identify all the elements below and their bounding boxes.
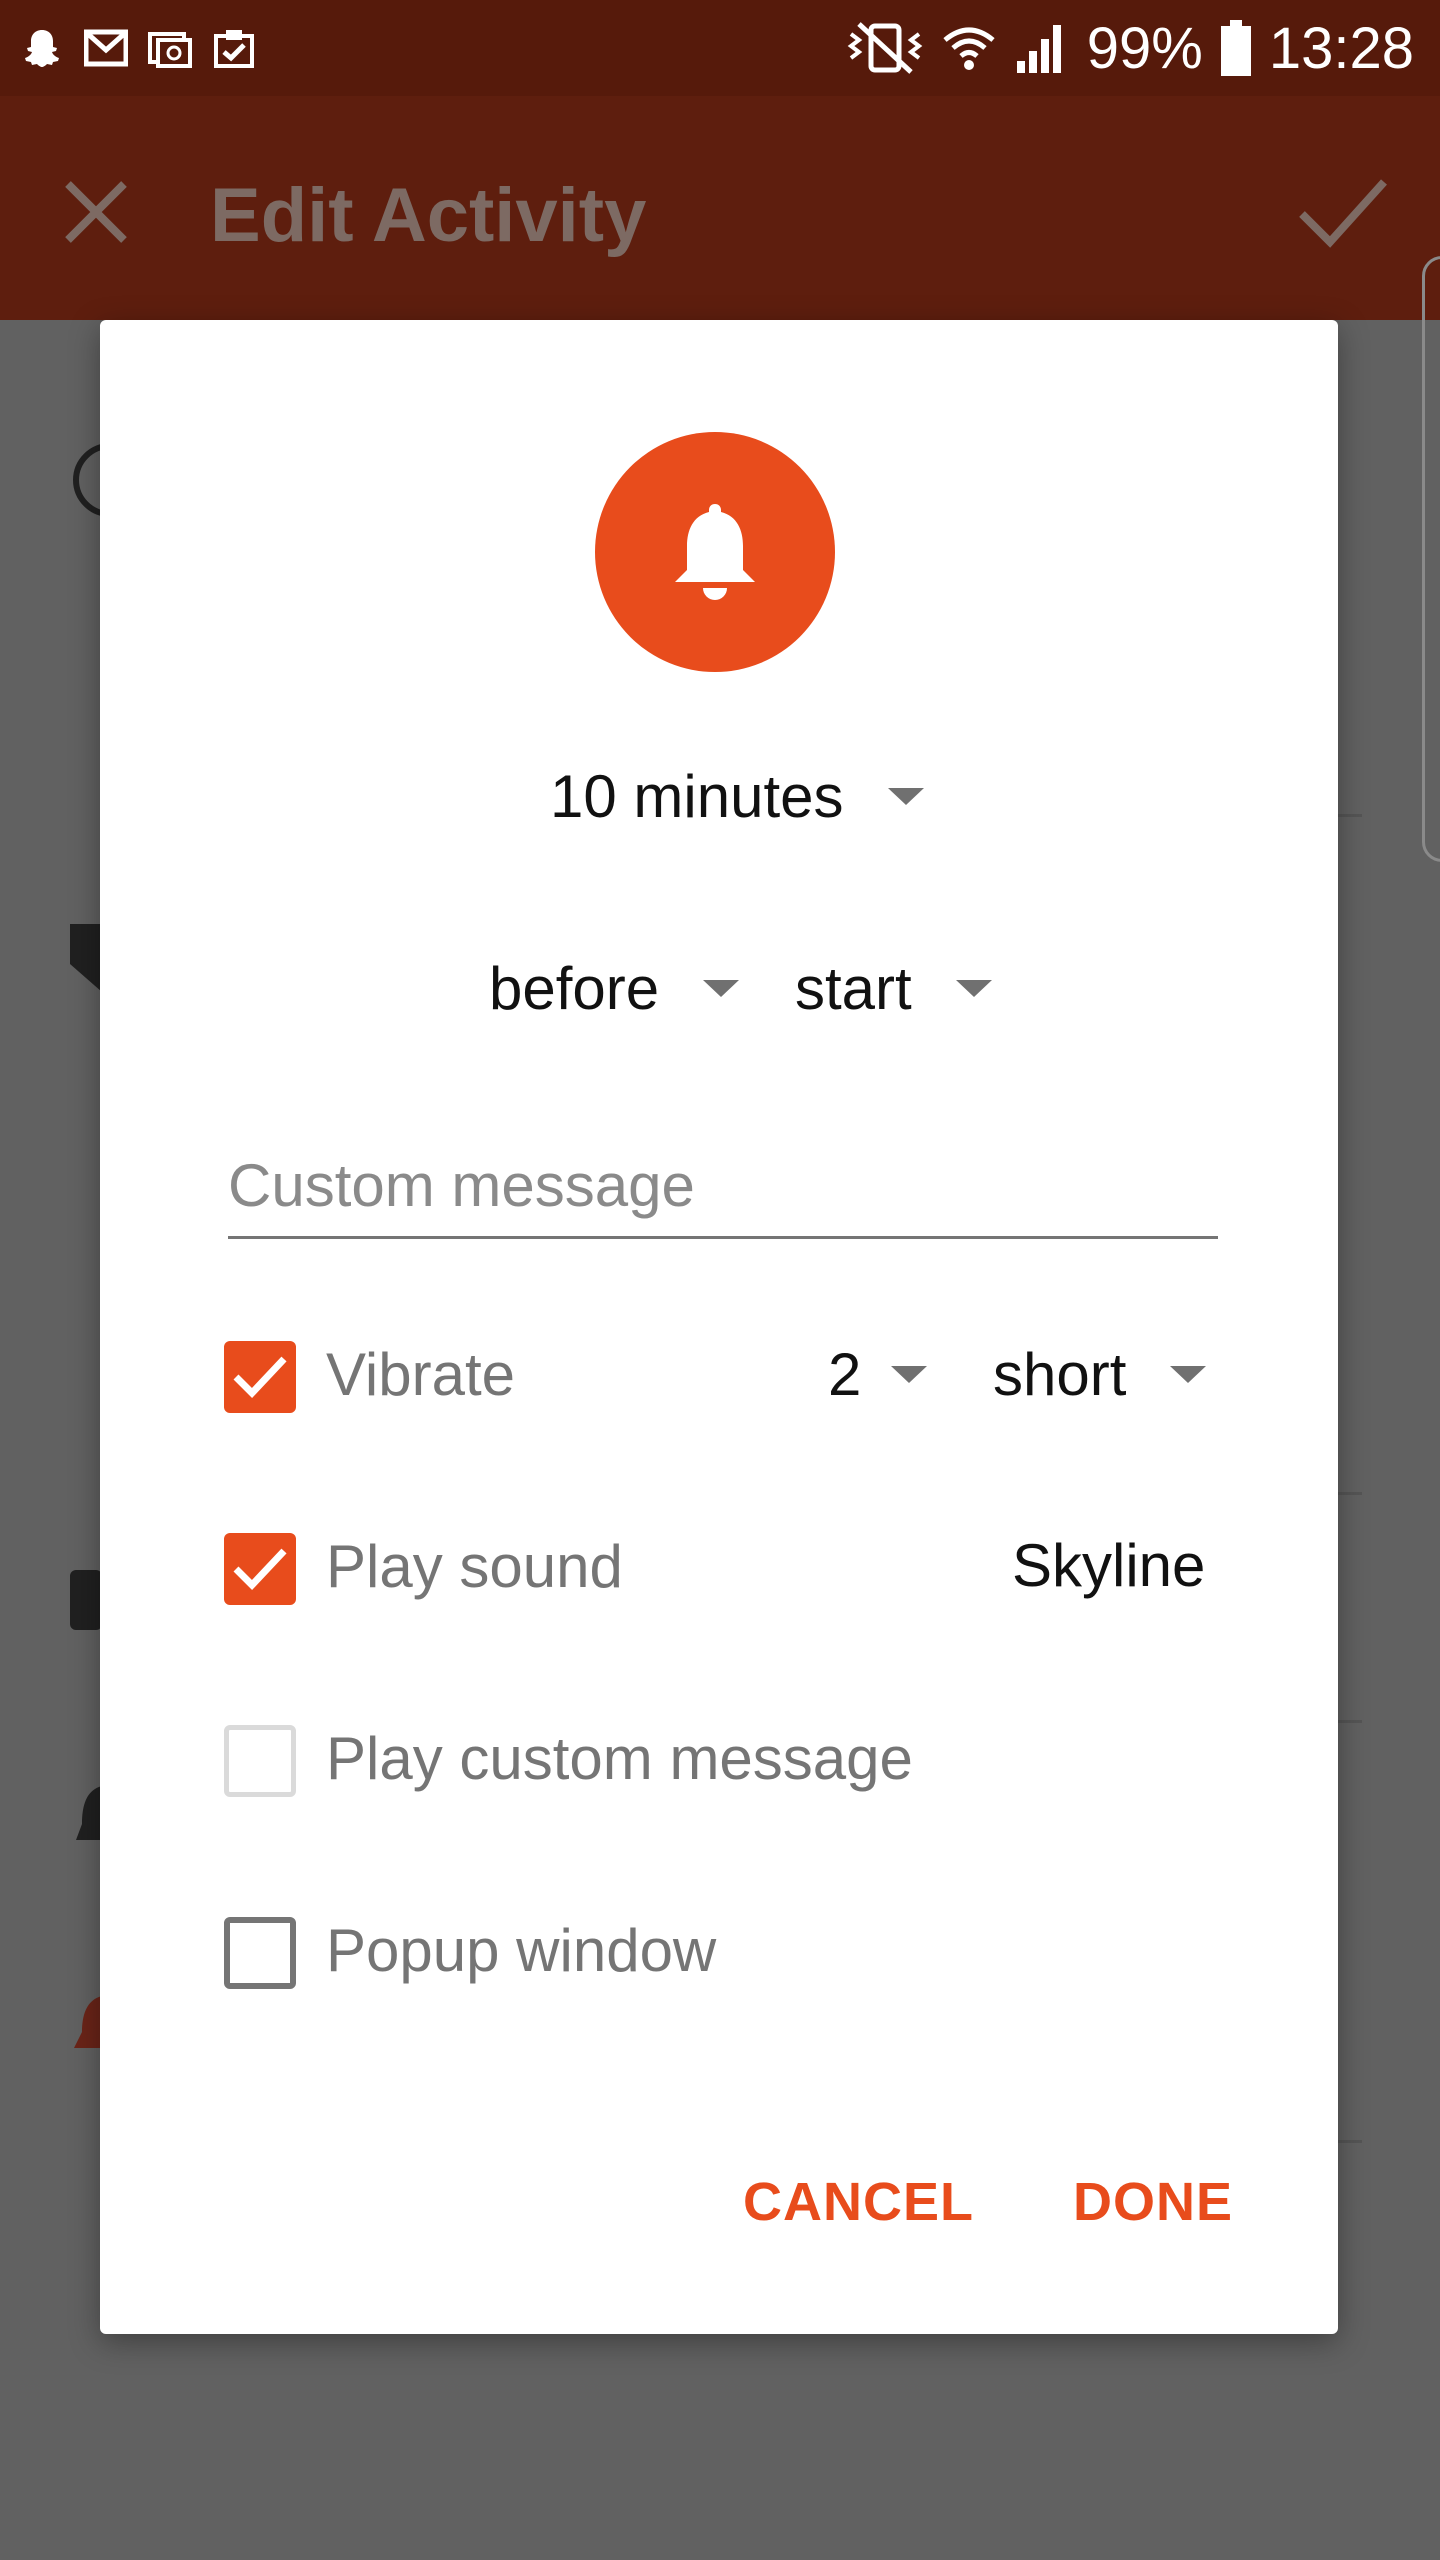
anchor-value: start xyxy=(795,955,912,1022)
popup-window-checkbox[interactable] xyxy=(224,1917,296,1989)
play-custom-message-label: Play custom message xyxy=(326,1725,913,1792)
bell-outline-icon xyxy=(76,1786,102,1840)
relation-value: before xyxy=(489,955,660,1022)
custom-message-input[interactable] xyxy=(228,1140,1218,1239)
play-custom-message-checkbox[interactable] xyxy=(224,1725,296,1797)
play-sound-label: Play sound xyxy=(326,1533,623,1600)
signal-icon xyxy=(1016,25,1061,73)
snapchat-icon xyxy=(25,30,59,67)
check-icon xyxy=(233,1548,287,1591)
vibrate-pattern-value: short xyxy=(993,1341,1127,1408)
page-title: Edit Activity xyxy=(210,173,647,258)
bell-alert-icon xyxy=(74,1996,102,2048)
check-icon[interactable] xyxy=(1296,170,1388,254)
vibrate-mute-icon xyxy=(847,22,923,74)
gmail-icon xyxy=(84,29,128,67)
sound-selector[interactable]: Skyline xyxy=(1012,1531,1205,1600)
tag-icon xyxy=(70,924,102,992)
clock: 13:28 xyxy=(1268,15,1414,81)
relation-dropdown[interactable]: before xyxy=(489,954,740,1023)
status-bar: 99% 13:28 xyxy=(0,0,1440,96)
play-custom-message-option: Play custom message xyxy=(224,1720,1124,1800)
chevron-down-icon xyxy=(955,980,992,997)
chevron-down-icon xyxy=(1170,1366,1207,1383)
done-button[interactable]: DONE xyxy=(1073,2171,1233,2233)
vibrate-count-dropdown[interactable]: 2 xyxy=(828,1340,928,1409)
reminder-dialog: 10 minutes before start Vibrate 2 short xyxy=(100,320,1338,2334)
note-icon xyxy=(70,1570,102,1630)
close-icon[interactable] xyxy=(58,174,134,250)
vibrate-count-value: 2 xyxy=(828,1341,862,1408)
anchor-dropdown[interactable]: start xyxy=(795,954,992,1023)
app-toolbar: Edit Activity xyxy=(0,96,1440,320)
bell-icon xyxy=(675,504,755,600)
edge-handle xyxy=(1422,256,1440,862)
clipboard-check-icon xyxy=(214,30,254,68)
popup-window-option: Popup window xyxy=(224,1912,1124,1992)
chevron-down-icon xyxy=(891,1366,928,1383)
popup-window-label: Popup window xyxy=(326,1917,717,1984)
wifi-icon xyxy=(943,27,995,70)
offset-value: 10 minutes xyxy=(550,763,844,830)
chevron-down-icon xyxy=(887,788,924,805)
vibrate-pattern-dropdown[interactable]: short xyxy=(993,1340,1207,1409)
chevron-down-icon xyxy=(703,980,740,997)
offset-dropdown[interactable]: 10 minutes xyxy=(550,762,924,831)
battery-icon xyxy=(1220,20,1251,76)
vibrate-label: Vibrate xyxy=(326,1341,516,1408)
email-icon xyxy=(148,32,192,68)
reminder-badge xyxy=(595,432,835,672)
battery-percent: 99% xyxy=(1086,15,1203,81)
cancel-button[interactable]: CANCEL xyxy=(743,2171,974,2233)
check-icon xyxy=(233,1356,287,1399)
play-sound-checkbox[interactable] xyxy=(224,1533,296,1605)
play-sound-option: Play sound xyxy=(224,1528,924,1608)
notification-icons xyxy=(20,26,256,70)
vibrate-checkbox[interactable] xyxy=(224,1341,296,1413)
